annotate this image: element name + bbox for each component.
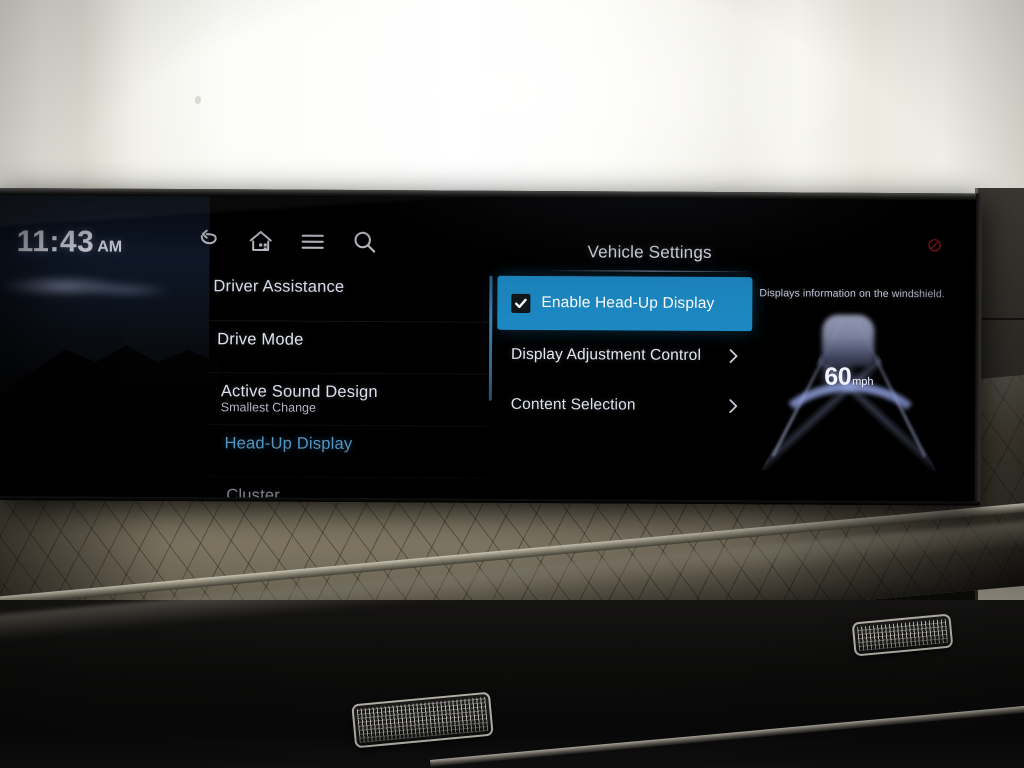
background-curtain [0, 0, 1024, 200]
search-icon[interactable] [352, 229, 378, 255]
sidebar-item-label: Head-Up Display [224, 434, 353, 453]
hud-speed-unit: mph [852, 375, 874, 388]
option-list: Enable Head-Up Display Display Adjustmen… [497, 275, 753, 431]
home-icon[interactable] [248, 228, 274, 254]
option-description: Displays information on the windshield. [759, 287, 945, 301]
hud-speed-readout: 60mph [754, 362, 944, 392]
scrollbar[interactable] [488, 275, 493, 401]
sidebar-item-active-sound-design[interactable]: Active Sound Design Smallest Change [208, 372, 487, 425]
sidebar-item-drive-mode[interactable]: Drive Mode [209, 320, 488, 360]
settings-category-list: Driver Assistance Drive Mode Active Soun… [208, 268, 488, 502]
hud-vehicle-graphic [822, 314, 875, 367]
back-icon[interactable] [196, 228, 222, 254]
chevron-right-icon [727, 397, 740, 415]
clock-time: 11:43 [16, 225, 95, 259]
sidebar-item-sublabel: Smallest Change [220, 400, 317, 415]
option-label: Enable Head-Up Display [541, 294, 715, 312]
infotainment-screen: 11:43 AM Driver Assistance Drive Mode Ac… [0, 194, 976, 502]
sidebar-item-driver-assistance[interactable]: Driver Assistance [209, 268, 487, 307]
chevron-right-icon [727, 347, 740, 365]
page-title: Vehicle Settings [587, 242, 712, 262]
curtain-speck [195, 96, 201, 104]
page-title-underline [549, 270, 750, 273]
option-label: Content Selection [510, 395, 636, 414]
photo-scene: 11:43 AM Driver Assistance Drive Mode Ac… [0, 0, 1024, 768]
wallpaper-mountain-ridge [0, 286, 219, 497]
option-label: Display Adjustment Control [511, 345, 702, 364]
clock: 11:43 AM [17, 225, 123, 260]
option-enable-head-up-display[interactable]: Enable Head-Up Display [497, 275, 753, 332]
option-display-adjustment-control[interactable]: Display Adjustment Control [497, 330, 752, 381]
hud-speed-arc [767, 382, 933, 474]
hud-speed-value: 60 [824, 362, 852, 391]
checkbox-enable-head-up-display[interactable] [511, 293, 531, 313]
head-up-display-preview: 60mph [753, 304, 944, 474]
navigation-icon-group [196, 228, 378, 255]
sidebar-item-label: Driver Assistance [213, 277, 345, 296]
sidebar-item-label: Drive Mode [217, 330, 304, 349]
sidebar-item-head-up-display[interactable]: Head-Up Display [208, 424, 487, 464]
infotainment-screen-bezel: 11:43 AM Driver Assistance Drive Mode Ac… [0, 188, 982, 506]
detail-pane: Vehicle Settings Enable Head-Up Display [488, 198, 976, 502]
wallpaper-cloud [0, 264, 180, 307]
clock-meridiem: AM [97, 238, 123, 256]
option-content-selection[interactable]: Content Selection [497, 380, 752, 431]
menu-icon[interactable] [300, 229, 326, 255]
